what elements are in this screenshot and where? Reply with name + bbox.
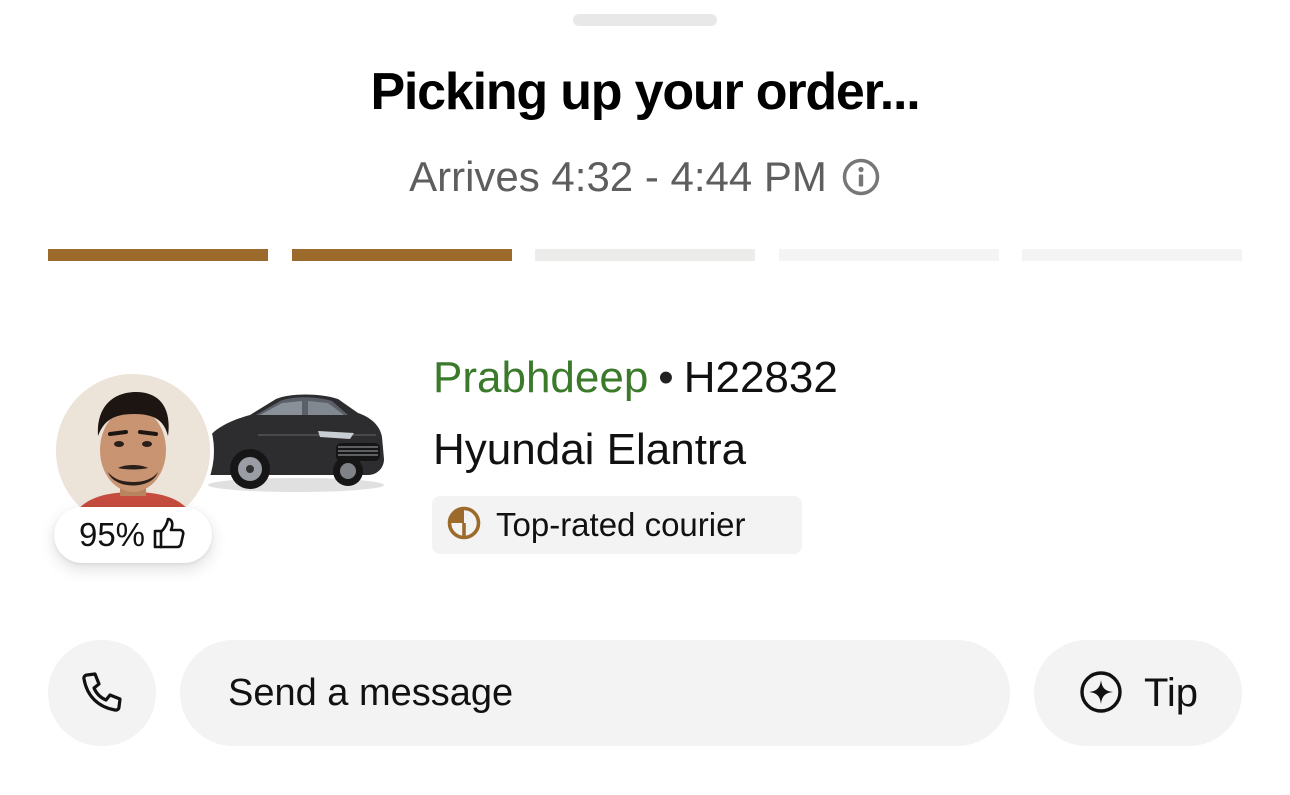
progress-segment-3 — [535, 249, 755, 261]
tip-button[interactable]: Tip — [1034, 640, 1242, 746]
progress-segment-1 — [48, 249, 268, 261]
courier-name-plate: Prabhdeep • H22832 — [433, 350, 838, 406]
eta-text: Arrives 4:32 - 4:44 PM — [409, 153, 827, 200]
message-input[interactable]: Send a message — [180, 640, 1010, 746]
sheet-grabber[interactable] — [573, 14, 717, 26]
medal-icon — [446, 505, 482, 546]
separator: • — [658, 353, 674, 402]
progress-fill-1 — [48, 249, 268, 261]
phone-icon — [79, 669, 125, 718]
courier-rating: 95% — [54, 507, 212, 563]
delivery-progress — [48, 249, 1242, 261]
progress-fill-2 — [292, 249, 512, 261]
progress-segment-5 — [1022, 249, 1242, 261]
rating-value: 95% — [78, 516, 146, 553]
top-rated-badge: Top-rated courier — [432, 496, 802, 554]
vehicle-image — [198, 385, 388, 500]
badge-label: Top-rated courier — [496, 506, 746, 543]
thumbs-up-icon — [151, 515, 187, 556]
license-plate: H22832 — [683, 353, 838, 402]
message-placeholder: Send a message — [228, 671, 514, 714]
vehicle-model: Hyundai Elantra — [433, 425, 747, 474]
order-status-title: Picking up your order... — [370, 63, 920, 121]
tip-label: Tip — [1143, 670, 1199, 715]
progress-segment-2 — [292, 249, 512, 261]
order-status-sheet: Picking up your order... Arrives 4:32 - … — [0, 0, 1290, 795]
progress-segment-4 — [779, 249, 999, 261]
eta-row: Arrives 4:32 - 4:44 PM — [0, 150, 1290, 204]
sparkle-plus-icon — [1078, 669, 1124, 718]
call-button[interactable] — [48, 640, 156, 746]
info-icon[interactable] — [841, 157, 881, 197]
courier-name: Prabhdeep — [433, 353, 649, 402]
